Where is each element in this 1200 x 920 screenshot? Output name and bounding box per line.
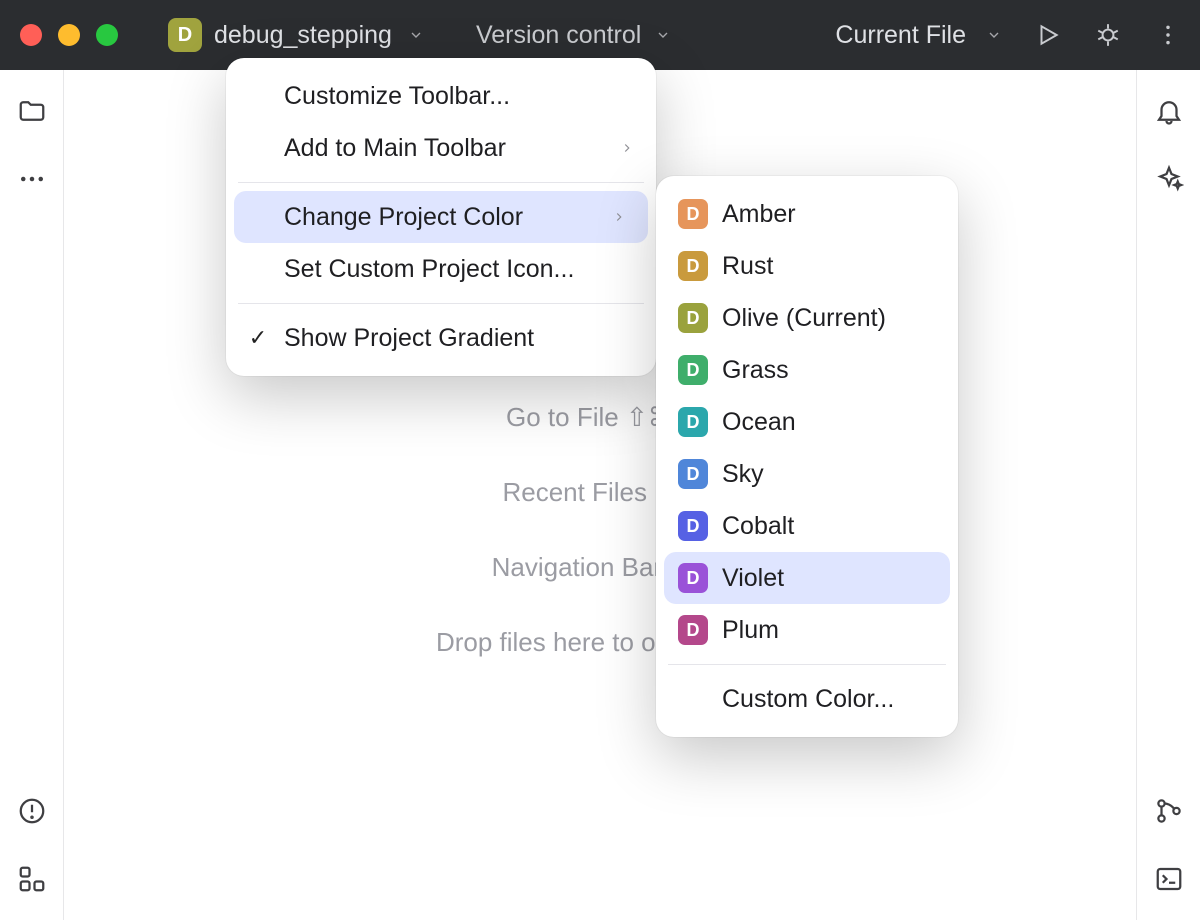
color-menu-item[interactable]: D Ocean	[656, 396, 958, 448]
color-swatch: D	[678, 407, 708, 437]
color-menu-item[interactable]: D Grass	[656, 344, 958, 396]
color-swatch: D	[678, 511, 708, 541]
color-menu-item-label: Grass	[722, 356, 789, 385]
chevron-down-icon	[651, 23, 675, 47]
structure-tool-icon[interactable]	[15, 862, 49, 896]
menu-item-label: Show Project Gradient	[284, 324, 534, 353]
color-menu-item[interactable]: D Amber	[656, 188, 958, 240]
right-tool-rail	[1136, 70, 1200, 920]
terminal-tool-icon[interactable]	[1152, 862, 1186, 896]
custom-color-menu-item[interactable]: Custom Color...	[656, 673, 958, 725]
color-menu-item-label: Olive (Current)	[722, 304, 886, 333]
notifications-icon[interactable]	[1152, 94, 1186, 128]
color-menu-item[interactable]: D Plum	[656, 604, 958, 656]
chevron-right-icon	[582, 210, 626, 224]
project-color-submenu: DAmberDRustDOlive (Current)DGrassDOceanD…	[656, 176, 958, 737]
color-menu-item-label: Ocean	[722, 408, 796, 437]
color-menu-item-label: Rust	[722, 252, 773, 281]
color-swatch: D	[678, 251, 708, 281]
menu-item-label: Add to Main Toolbar	[284, 134, 506, 163]
window-close-button[interactable]	[20, 24, 42, 46]
window-zoom-button[interactable]	[96, 24, 118, 46]
color-swatch: D	[678, 355, 708, 385]
menu-separator	[238, 303, 644, 304]
window-minimize-button[interactable]	[58, 24, 80, 46]
run-config-selector[interactable]: Current File	[835, 21, 1006, 50]
menu-item[interactable]: Customize Toolbar...	[226, 70, 656, 122]
color-menu-item-label: Sky	[722, 460, 764, 489]
color-swatch: D	[678, 303, 708, 333]
version-control-label: Version control	[476, 21, 641, 50]
color-menu-item-label: Violet	[722, 564, 784, 593]
more-actions-button[interactable]	[1150, 17, 1186, 53]
menu-item[interactable]: Change Project Color	[234, 191, 648, 243]
more-tools-icon[interactable]	[15, 162, 49, 196]
left-tool-rail	[0, 70, 64, 920]
menu-item-label: Custom Color...	[722, 685, 894, 714]
menu-separator	[238, 182, 644, 183]
color-swatch: D	[678, 459, 708, 489]
run-button[interactable]	[1030, 17, 1066, 53]
color-menu-item[interactable]: D Cobalt	[656, 500, 958, 552]
menu-item-label: Customize Toolbar...	[284, 82, 510, 111]
color-menu-item[interactable]: D Sky	[656, 448, 958, 500]
project-tool-icon[interactable]	[15, 94, 49, 128]
menu-separator	[668, 664, 946, 665]
color-menu-item-label: Plum	[722, 616, 779, 645]
color-menu-item[interactable]: D Rust	[656, 240, 958, 292]
color-menu-item-label: Amber	[722, 200, 796, 229]
check-icon	[242, 325, 274, 351]
chevron-right-icon	[590, 141, 634, 155]
color-swatch: D	[678, 615, 708, 645]
toolbar-context-menu: Customize Toolbar... Add to Main Toolbar C…	[226, 58, 656, 376]
menu-item[interactable]: Set Custom Project Icon...	[226, 243, 656, 295]
menu-item[interactable]: Show Project Gradient	[226, 312, 656, 364]
color-swatch: D	[678, 563, 708, 593]
menu-item-label: Set Custom Project Icon...	[284, 255, 574, 284]
ai-assistant-icon[interactable]	[1152, 162, 1186, 196]
project-selector[interactable]: D debug_stepping	[160, 14, 436, 56]
color-swatch: D	[678, 199, 708, 229]
titlebar-right-cluster: Current File	[835, 17, 1186, 53]
window-controls	[20, 24, 118, 46]
version-control-selector[interactable]: Version control	[476, 21, 675, 50]
run-config-label: Current File	[835, 21, 966, 50]
problems-tool-icon[interactable]	[15, 794, 49, 828]
project-badge: D	[168, 18, 202, 52]
chevron-down-icon	[982, 23, 1006, 47]
git-tool-icon[interactable]	[1152, 794, 1186, 828]
project-name: debug_stepping	[214, 21, 392, 50]
color-menu-item-label: Cobalt	[722, 512, 794, 541]
menu-item-label: Change Project Color	[284, 203, 523, 232]
color-menu-item[interactable]: D Olive (Current)	[656, 292, 958, 344]
chevron-down-icon	[404, 23, 428, 47]
color-menu-item[interactable]: D Violet	[664, 552, 950, 604]
debug-button[interactable]	[1090, 17, 1126, 53]
menu-item[interactable]: Add to Main Toolbar	[226, 122, 656, 174]
